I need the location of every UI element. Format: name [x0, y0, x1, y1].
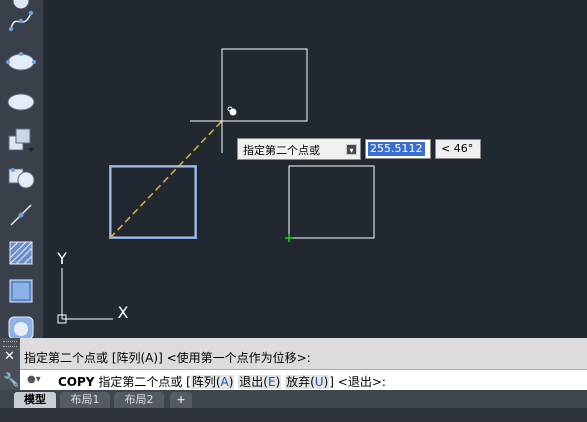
dynamic-input-prompt-text: 指定第二个点或: [243, 144, 320, 157]
angle-input-field[interactable]: < 46°: [435, 139, 481, 159]
draw-toolbar: [0, 0, 44, 340]
option-close: ): [275, 375, 281, 389]
add-layout-button[interactable]: +: [170, 392, 192, 408]
hatch-icon[interactable]: [3, 238, 39, 268]
drawing-canvas[interactable]: Y X: [44, 0, 587, 338]
option-label: 放弃(: [286, 375, 315, 389]
command-default: <退出>:: [337, 375, 386, 389]
insert-block-icon[interactable]: [3, 125, 39, 155]
layout-tabs: 模型 布局1 布局2 +: [0, 390, 587, 408]
ucs-x-label: X: [118, 303, 129, 322]
ucs-y-label: Y: [56, 249, 67, 268]
spline-icon[interactable]: [3, 5, 39, 35]
command-prompt-icon[interactable]: ●▾: [27, 374, 41, 385]
command-line-window: ✕ 🔧 指定第二个点或 [阵列(A)] <使用第一个点作为位移>: ●▾ COP…: [0, 338, 587, 390]
displacement-rubber-band: [109, 120, 223, 239]
tab-layout1[interactable]: 布局1: [60, 392, 110, 408]
dynamic-input-prompt: 指定第二个点或 ▾: [237, 138, 361, 160]
selected-rectangle-glow: [110, 166, 196, 238]
snap-marker-icon: [229, 108, 237, 116]
option-array[interactable]: 阵列(A): [190, 375, 235, 389]
wrench-icon[interactable]: 🔧: [3, 374, 19, 388]
tab-model[interactable]: 模型: [14, 392, 56, 408]
selected-rectangle[interactable]: [109, 165, 197, 239]
option-close: ): [323, 375, 329, 389]
command-input-line[interactable]: ●▾ COPY 指定第二个点或 [阵列(A) 退出(E) 放弃(U)] <退出>…: [20, 369, 587, 390]
copied-rectangle: [288, 165, 375, 239]
command-prompt-text: COPY 指定第二个点或 [阵列(A) 退出(E) 放弃(U)] <退出>:: [58, 373, 386, 390]
option-close: ): [228, 375, 234, 389]
ellipse-arc-icon[interactable]: [3, 87, 39, 117]
distance-input-value: 255.5112: [368, 142, 425, 156]
gradient-icon[interactable]: [3, 276, 39, 306]
command-line-grip-icon[interactable]: [3, 341, 17, 347]
distance-input-field[interactable]: 255.5112: [365, 139, 431, 159]
drawing-geometry: Y X: [56, 48, 375, 324]
option-label: 退出(: [239, 375, 268, 389]
dropdown-arrow-icon[interactable]: ▾: [346, 144, 357, 155]
option-exit[interactable]: 退出(E): [238, 375, 282, 389]
option-undo[interactable]: 放弃(U): [285, 375, 330, 389]
bracket-close: ]: [329, 375, 334, 389]
option-key: U: [314, 375, 324, 389]
close-icon[interactable]: ✕: [4, 350, 15, 364]
tab-layout2[interactable]: 布局2: [114, 392, 164, 408]
command-history-line: 指定第二个点或 [阵列(A)] <使用第一个点作为位移>:: [24, 351, 311, 365]
command-line-sidebar: ✕ 🔧: [0, 338, 20, 390]
option-label: 阵列(: [191, 375, 221, 389]
command-prompt: 指定第二个点或: [98, 375, 183, 389]
command-name: COPY: [58, 375, 95, 389]
option-key: A: [220, 375, 229, 389]
point-line-icon[interactable]: [3, 200, 39, 230]
option-key: E: [267, 375, 276, 389]
make-block-icon[interactable]: [3, 162, 39, 192]
status-bar: [0, 408, 587, 422]
ellipse-icon[interactable]: [3, 47, 39, 77]
